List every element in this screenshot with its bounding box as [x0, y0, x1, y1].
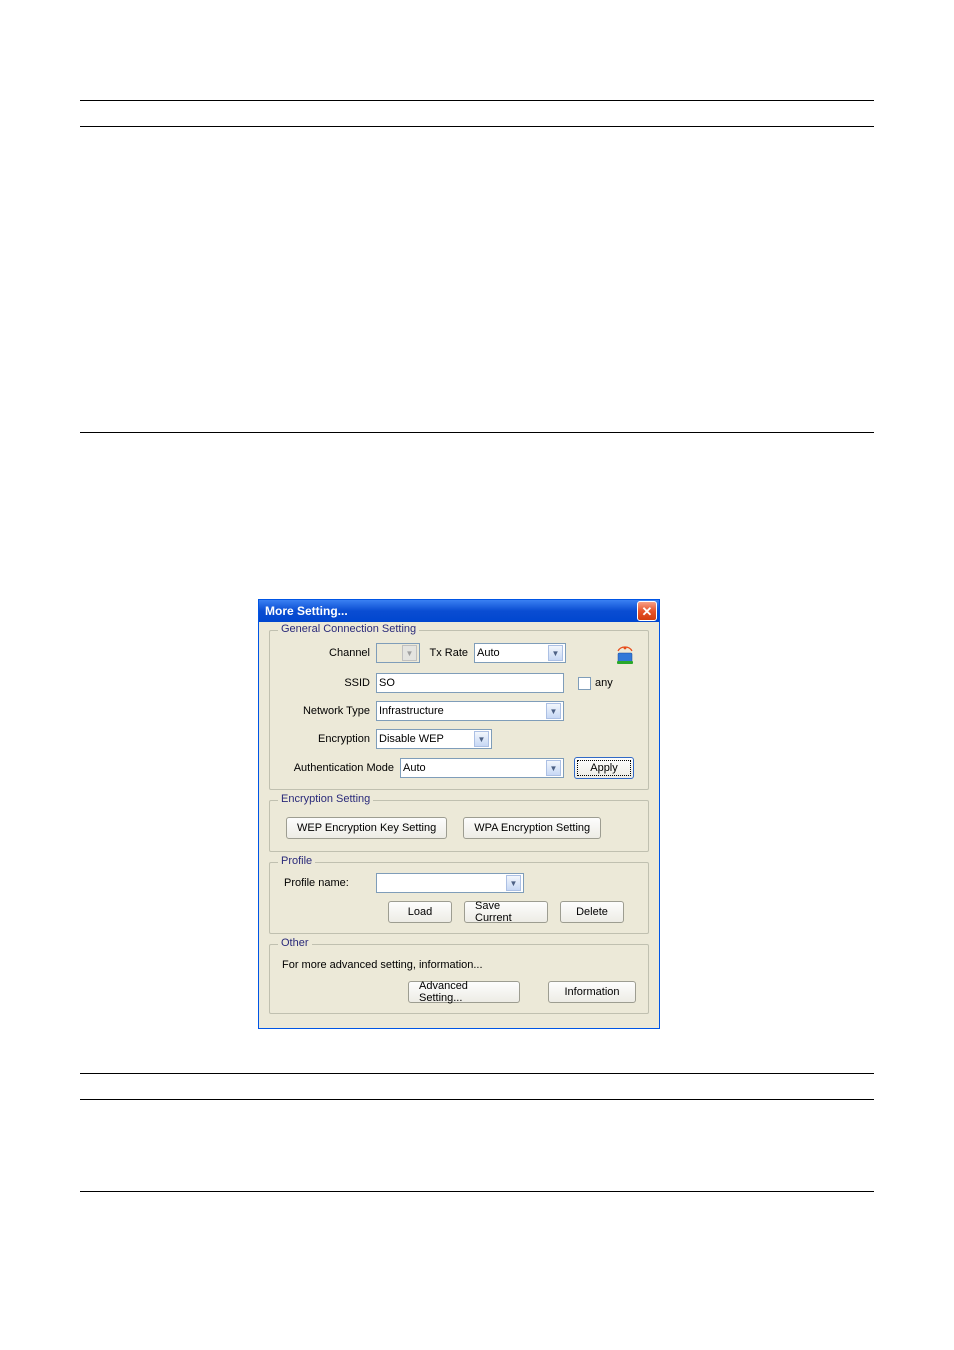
general-connection-group: General Connection Setting Channel ▼ Tx …	[269, 630, 649, 790]
wep-key-setting-button[interactable]: WEP Encryption Key Setting	[286, 817, 447, 839]
chevron-down-icon: ▼	[506, 875, 521, 891]
auth-mode-label: Authentication Mode	[280, 762, 400, 774]
network-type-value: Infrastructure	[379, 705, 544, 717]
chevron-down-icon: ▼	[546, 760, 561, 776]
apply-label: Apply	[590, 762, 618, 774]
divider	[80, 1099, 874, 1100]
divider	[80, 100, 874, 101]
ssid-input[interactable]: SO	[376, 673, 564, 693]
titlebar[interactable]: More Setting... ✕	[259, 600, 659, 622]
group-legend: General Connection Setting	[278, 623, 419, 635]
encryption-setting-group: Encryption Setting WEP Encryption Key Se…	[269, 800, 649, 852]
wpa-label: WPA Encryption Setting	[474, 822, 590, 834]
dialog-body: General Connection Setting Channel ▼ Tx …	[259, 622, 659, 1028]
load-label: Load	[408, 906, 432, 918]
txrate-value: Auto	[477, 647, 546, 659]
divider	[80, 432, 874, 433]
delete-label: Delete	[576, 906, 608, 918]
channel-select: ▼	[376, 643, 420, 663]
advanced-label: Advanced Setting...	[419, 980, 509, 1004]
encryption-value: Disable WEP	[379, 733, 472, 745]
any-label: any	[595, 677, 613, 689]
close-icon: ✕	[642, 605, 653, 618]
chevron-down-icon: ▼	[474, 731, 489, 747]
wep-label: WEP Encryption Key Setting	[297, 822, 436, 834]
group-legend: Other	[278, 937, 312, 949]
chevron-down-icon: ▼	[548, 645, 563, 661]
more-setting-dialog: More Setting... ✕ General Connection Set…	[258, 599, 660, 1029]
ssid-label: SSID	[280, 677, 376, 689]
info-label: Information	[564, 986, 619, 998]
wifi-icon	[612, 641, 638, 665]
profile-name-label: Profile name:	[280, 877, 376, 889]
chevron-down-icon: ▼	[546, 703, 561, 719]
encryption-select[interactable]: Disable WEP ▼	[376, 729, 492, 749]
save-label: Save Current	[475, 900, 537, 924]
apply-button[interactable]: Apply	[574, 757, 634, 779]
auth-mode-value: Auto	[403, 762, 544, 774]
network-type-label: Network Type	[280, 705, 376, 717]
window-title: More Setting...	[265, 604, 348, 618]
divider	[80, 126, 874, 127]
information-button[interactable]: Information	[548, 981, 636, 1003]
encryption-label: Encryption	[280, 733, 376, 745]
ssid-value: SO	[379, 677, 395, 689]
txrate-select[interactable]: Auto ▼	[474, 643, 566, 663]
other-desc: For more advanced setting, information..…	[282, 959, 638, 971]
divider	[80, 1073, 874, 1074]
profile-group: Profile Profile name: ▼ Load Save Curren…	[269, 862, 649, 934]
advanced-setting-button[interactable]: Advanced Setting...	[408, 981, 520, 1003]
network-type-select[interactable]: Infrastructure ▼	[376, 701, 564, 721]
delete-button[interactable]: Delete	[560, 901, 624, 923]
group-legend: Profile	[278, 855, 315, 867]
chevron-down-icon: ▼	[402, 645, 417, 661]
any-checkbox[interactable]	[578, 677, 591, 690]
channel-label: Channel	[280, 647, 376, 659]
divider	[80, 1191, 874, 1192]
load-button[interactable]: Load	[388, 901, 452, 923]
txrate-label: Tx Rate	[420, 647, 474, 659]
profile-name-select[interactable]: ▼	[376, 873, 524, 893]
auth-mode-select[interactable]: Auto ▼	[400, 758, 564, 778]
close-button[interactable]: ✕	[637, 601, 657, 621]
other-group: Other For more advanced setting, informa…	[269, 944, 649, 1014]
save-current-button[interactable]: Save Current	[464, 901, 548, 923]
wpa-setting-button[interactable]: WPA Encryption Setting	[463, 817, 601, 839]
group-legend: Encryption Setting	[278, 793, 373, 805]
